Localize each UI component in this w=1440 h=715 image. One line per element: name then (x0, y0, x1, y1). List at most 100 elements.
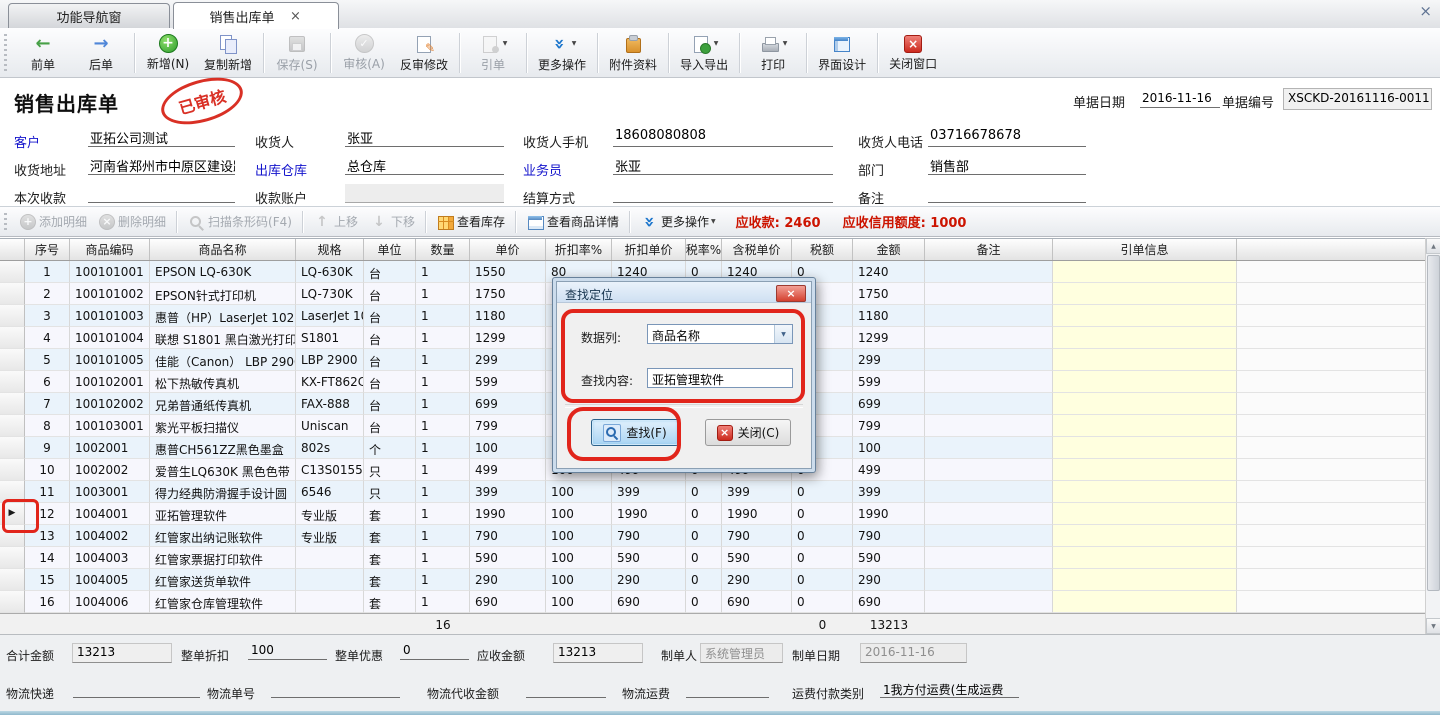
grid-cell[interactable]: 1 (416, 569, 470, 591)
grid-cell[interactable]: 1990 (722, 503, 792, 525)
grid-cell[interactable]: 690 (470, 591, 546, 613)
data-column-select[interactable]: 商品名称 (647, 324, 793, 344)
grid-cell[interactable]: 399 (722, 481, 792, 503)
grid-cell[interactable]: 松下热敏传真机 (150, 371, 296, 393)
grid-cell[interactable]: 13 (25, 525, 70, 547)
grid-cell[interactable]: 399 (612, 481, 686, 503)
toolbar-button-view-stock[interactable]: 查看库存 (430, 210, 511, 234)
grid-cell[interactable]: 2 (25, 283, 70, 305)
grid-cell[interactable]: LQ-630K (296, 261, 364, 283)
grid-cell[interactable]: 惠普（HP）LaserJet 1020 (150, 305, 296, 327)
grid-cell[interactable]: 红管家出纳记账软件 (150, 525, 296, 547)
grid-cell[interactable]: 799 (470, 415, 546, 437)
grid-cell[interactable]: 0 (792, 591, 853, 613)
grid-cell[interactable]: 8 (25, 415, 70, 437)
grid-cell[interactable]: 100 (546, 547, 612, 569)
grid-cell[interactable]: 1004002 (70, 525, 150, 547)
grid-cell[interactable] (1053, 569, 1237, 591)
grid-cell[interactable]: 100102001 (70, 371, 150, 393)
freight-type-field[interactable]: 1我方付运费(生成运费 (880, 681, 1019, 698)
scroll-up-icon[interactable] (1426, 238, 1440, 254)
column-header[interactable]: 单价 (470, 239, 546, 260)
grid-cell[interactable]: 兄弟普通纸传真机 (150, 393, 296, 415)
grid-cell[interactable]: 590 (853, 547, 925, 569)
grid-cell[interactable]: 4 (25, 327, 70, 349)
grid-cell[interactable]: 7 (25, 393, 70, 415)
grid-cell[interactable]: 1180 (853, 305, 925, 327)
grid-cell[interactable]: 14 (25, 547, 70, 569)
grid-cell[interactable] (925, 525, 1053, 547)
table-row[interactable]: 131004002红管家出纳记账软件专业版套179010079007900790 (0, 525, 1425, 547)
whole-reduce-field[interactable]: 0 (400, 643, 469, 660)
scroll-down-icon[interactable] (1426, 618, 1440, 634)
grid-cell[interactable]: LBP 2900 (296, 349, 364, 371)
grid-cell[interactable]: 6546 (296, 481, 364, 503)
grid-cell[interactable]: 499 (853, 459, 925, 481)
grid-cell[interactable] (1053, 525, 1237, 547)
column-header[interactable]: 商品名称 (150, 239, 296, 260)
grid-cell[interactable]: 499 (470, 459, 546, 481)
grid-cell[interactable]: Uniscan (296, 415, 364, 437)
grid-cell[interactable]: 个 (364, 437, 416, 459)
grid-cell[interactable]: LaserJet 1020 (296, 305, 364, 327)
grid-cell[interactable]: 802s (296, 437, 364, 459)
grid-cell[interactable]: 399 (470, 481, 546, 503)
grid-cell[interactable]: 0 (686, 481, 722, 503)
grid-cell[interactable]: 1 (416, 481, 470, 503)
grid-cell[interactable]: 100102002 (70, 393, 150, 415)
grid-cell[interactable]: 0 (792, 525, 853, 547)
grid-cell[interactable]: 100101002 (70, 283, 150, 305)
bill-date-field[interactable]: 2016-11-16 (1140, 90, 1220, 108)
table-row[interactable]: 151004005红管家送货单软件套129010029002900290 (0, 569, 1425, 591)
table-row[interactable]: 161004006红管家仓库管理软件套169010069006900690 (0, 591, 1425, 613)
grid-cell[interactable] (1053, 415, 1237, 437)
grid-cell[interactable]: 15 (25, 569, 70, 591)
grid-cell[interactable] (925, 305, 1053, 327)
grid-cell[interactable]: 专业版 (296, 503, 364, 525)
grid-cell[interactable]: 1 (416, 437, 470, 459)
grid-cell[interactable]: 100101001 (70, 261, 150, 283)
grid-cell[interactable]: 100 (546, 591, 612, 613)
grid-cell[interactable]: 1002001 (70, 437, 150, 459)
grid-cell[interactable]: 台 (364, 393, 416, 415)
grid-cell[interactable]: 290 (722, 569, 792, 591)
grid-cell[interactable] (1053, 547, 1237, 569)
grid-cell[interactable]: 专业版 (296, 525, 364, 547)
column-header[interactable]: 金额 (853, 239, 925, 260)
grid-cell[interactable] (1053, 327, 1237, 349)
grid-cell[interactable]: KX-FT862CN (296, 371, 364, 393)
grid-cell[interactable]: 1299 (853, 327, 925, 349)
grid-cell[interactable]: 台 (364, 261, 416, 283)
grid-cell[interactable]: 100 (546, 525, 612, 547)
grid-cell[interactable] (1053, 283, 1237, 305)
column-header[interactable]: 引单信息 (1053, 239, 1237, 260)
grid-cell[interactable]: 100101003 (70, 305, 150, 327)
grid-cell[interactable]: 0 (686, 503, 722, 525)
column-header[interactable]: 单位 (364, 239, 416, 260)
grid-cell[interactable]: 1990 (612, 503, 686, 525)
grid-cell[interactable]: 100 (470, 437, 546, 459)
grid-cell[interactable]: 套 (364, 525, 416, 547)
toolbar-button-copy[interactable]: 复制新增 (197, 31, 259, 75)
grid-cell[interactable]: 6 (25, 371, 70, 393)
grid-cell[interactable]: 只 (364, 459, 416, 481)
grid-cell[interactable] (925, 349, 1053, 371)
grid-cell[interactable]: 1990 (470, 503, 546, 525)
grid-cell[interactable] (1053, 503, 1237, 525)
grid-cell[interactable]: 1299 (470, 327, 546, 349)
customer-field[interactable]: 亚拓公司测试 (88, 128, 235, 147)
grid-cell[interactable]: 1 (416, 261, 470, 283)
grid-cell[interactable]: 290 (853, 569, 925, 591)
settlement-field[interactable] (613, 184, 833, 203)
grid-cell[interactable]: 1002002 (70, 459, 150, 481)
vertical-scrollbar[interactable] (1425, 238, 1440, 634)
toolbar-button-arrow-right-blue[interactable]: 后单 (72, 31, 130, 75)
grid-cell[interactable]: 惠普CH561ZZ黑色墨盒 (150, 437, 296, 459)
dialog-close-button[interactable]: × (776, 285, 806, 302)
grid-cell[interactable] (1053, 261, 1237, 283)
grid-cell[interactable]: 红管家送货单软件 (150, 569, 296, 591)
grid-cell[interactable]: 1004006 (70, 591, 150, 613)
grid-cell[interactable]: 红管家票据打印软件 (150, 547, 296, 569)
grid-cell[interactable] (925, 569, 1053, 591)
grid-cell[interactable]: 1003001 (70, 481, 150, 503)
